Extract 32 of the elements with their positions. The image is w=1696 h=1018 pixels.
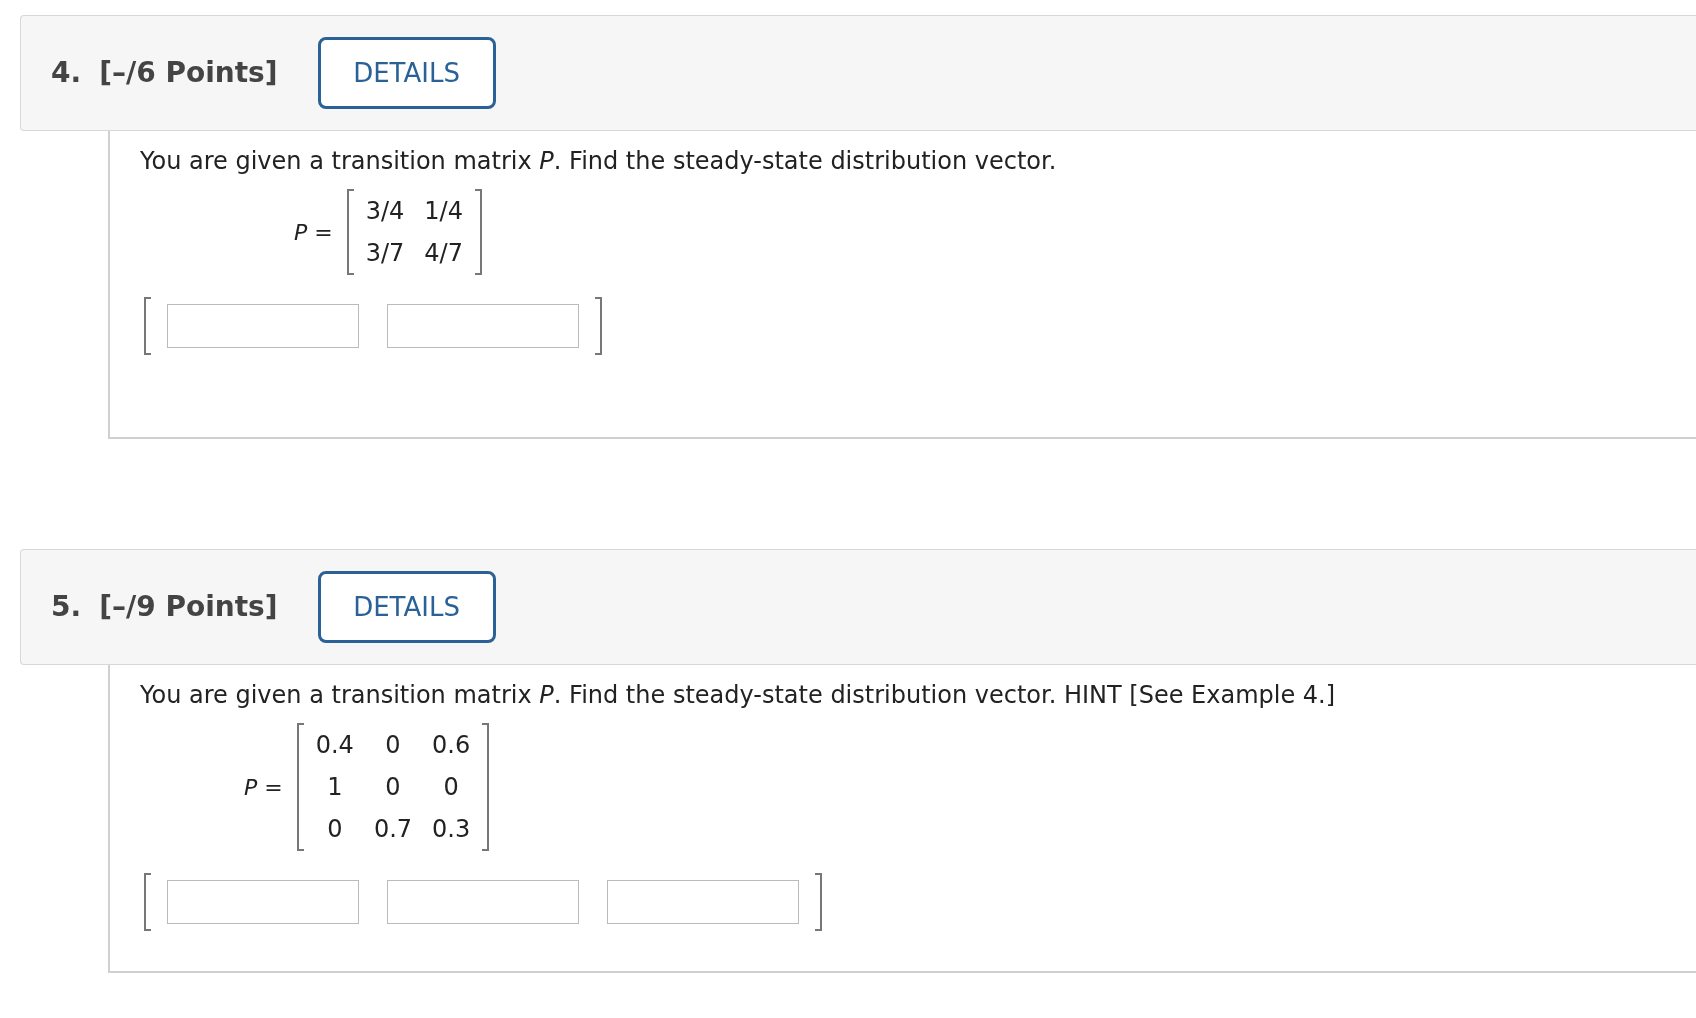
matrix-label: P = (244, 773, 283, 802)
vector-bracket (144, 873, 151, 931)
matrix-entry: 0 (442, 772, 460, 803)
answer-field[interactable] (167, 880, 359, 924)
question-number: 4. (51, 55, 82, 91)
matrix-entry: 0 (326, 814, 344, 845)
points-label: [–/6 Points] (99, 55, 278, 91)
matrix-entry: 0 (384, 772, 402, 803)
answer-field[interactable] (167, 304, 359, 348)
matrix-entry: 0.7 (373, 814, 413, 845)
matrix-entry: 1 (326, 772, 344, 803)
matrix-entry: 0.3 (432, 814, 471, 845)
matrix-entry: 0 (384, 730, 402, 761)
matrix-label: P = (294, 218, 333, 247)
matrix-entry: 0.6 (432, 730, 471, 761)
matrix-entry: 0.4 (315, 730, 354, 761)
answer-field[interactable] (607, 880, 799, 924)
points-label: [–/9 Points] (99, 589, 278, 625)
matrix-entry: 1/4 (424, 196, 463, 227)
matrix-entry: 3/4 (365, 196, 405, 227)
question-text: You are given a transition matrix P. Find the steady-state distribution vector. (140, 146, 1058, 177)
matrix-entry: 3/7 (365, 238, 405, 269)
details-button[interactable]: DETAILS (317, 37, 496, 109)
answer-field[interactable] (387, 880, 579, 924)
matrix-entry: 4/7 (424, 238, 463, 269)
vector-bracket (144, 297, 151, 355)
vector-bracket (815, 873, 822, 931)
question-number: 5. (51, 589, 82, 625)
question-text: You are given a transition matrix P. Find the steady-state distribution vector. HINT [See Example 4.] (140, 680, 1337, 711)
details-button[interactable]: DETAILS (317, 571, 496, 643)
answer-field[interactable] (387, 304, 579, 348)
vector-bracket (595, 297, 602, 355)
